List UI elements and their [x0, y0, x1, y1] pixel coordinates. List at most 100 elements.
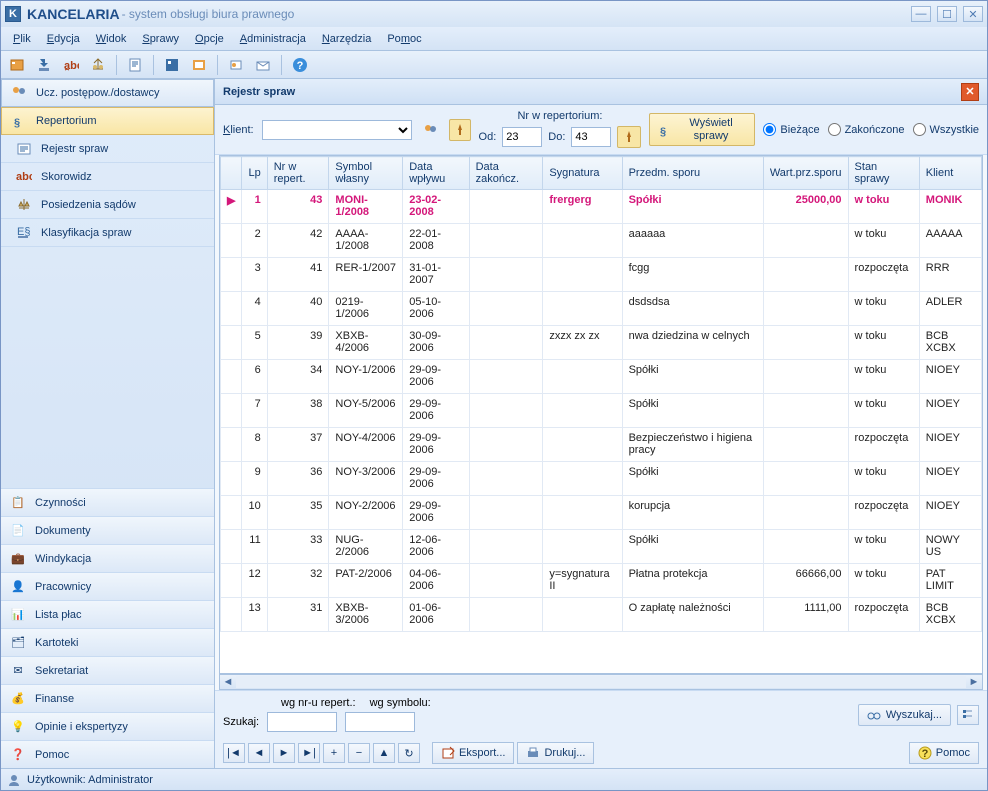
toolbar-btn-8[interactable]: [224, 54, 248, 76]
classify-icon: E§: [15, 225, 33, 241]
export-button[interactable]: Eksport...: [432, 742, 514, 764]
radio-wszystkie[interactable]: Wszystkie: [913, 123, 980, 136]
sidebar-bottom-dokumenty[interactable]: 📄Dokumenty: [1, 516, 214, 544]
col-header[interactable]: Nr w repert.: [267, 157, 329, 190]
sidebar-bottom-lista-płac[interactable]: 📊Lista płac: [1, 600, 214, 628]
sidebar-item-klasyfikacja[interactable]: E§ Klasyfikacja spraw: [1, 219, 214, 247]
radio-biezace[interactable]: Bieżące: [763, 123, 819, 136]
tree-options-button[interactable]: [957, 705, 979, 725]
table-row[interactable]: 1232PAT-2/200604-06-2006y=sygnatura IIPł…: [221, 564, 982, 598]
menu-sprawy[interactable]: Sprawy: [136, 30, 185, 48]
sidebar-bottom-finanse[interactable]: 💰Finanse: [1, 684, 214, 712]
nav-refresh-button[interactable]: ↻: [398, 743, 420, 763]
maximize-button[interactable]: ☐: [937, 6, 957, 22]
table-row[interactable]: 1035NOY-2/200629-09-2006korupcjarozpoczę…: [221, 496, 982, 530]
table-row[interactable]: 341RER-1/200731-01-2007fcggrozpoczętaRRR: [221, 258, 982, 292]
search-nr-input[interactable]: [267, 712, 337, 732]
search-button[interactable]: Wyszukaj...: [858, 704, 951, 726]
menu-narzedzia[interactable]: Narzędzia: [316, 30, 378, 48]
table-row[interactable]: 1331XBXB-3/200601-06-2006O zapłatę należ…: [221, 598, 982, 632]
col-header[interactable]: Wart.prz.sporu: [763, 157, 848, 190]
col-header[interactable]: Stan sprawy: [848, 157, 919, 190]
sidebar-bottom-pracownicy[interactable]: 👤Pracownicy: [1, 572, 214, 600]
toolbar-btn-9[interactable]: [251, 54, 275, 76]
table-row[interactable]: 936NOY-3/200629-09-2006Spółkiw tokuNIOEY: [221, 462, 982, 496]
nav-last-button[interactable]: ►|: [298, 743, 320, 763]
list-icon: [15, 141, 33, 157]
toolbar-help-icon[interactable]: ?: [288, 54, 312, 76]
sidebar-bottom-kartoteki[interactable]: 🗂Kartoteki: [1, 628, 214, 656]
sidebar-item-repertorium[interactable]: § Repertorium: [1, 107, 214, 135]
horizontal-scrollbar[interactable]: ◄ ►: [219, 674, 983, 690]
col-header[interactable]: Data wpływu: [403, 157, 469, 190]
col-header[interactable]: Klient: [919, 157, 981, 190]
table-row[interactable]: 837NOY-4/200629-09-2006Bezpieczeństwo i …: [221, 428, 982, 462]
table-row[interactable]: ▶143MONI-1/200823-02-2008frergergSpółki2…: [221, 190, 982, 224]
minimize-button[interactable]: —: [911, 6, 931, 22]
toolbar-btn-5[interactable]: [123, 54, 147, 76]
sidebar-bottom-sekretariat[interactable]: ✉Sekretariat: [1, 656, 214, 684]
sidebar-item-label: Czynności: [35, 497, 86, 509]
sidebar-item-rejestr[interactable]: Rejestr spraw: [1, 135, 214, 163]
panel-close-button[interactable]: ✕: [961, 83, 979, 101]
search-sym-input[interactable]: [345, 712, 415, 732]
table-row[interactable]: 1133NUG-2/200612-06-2006Spółkiw tokuNOWY…: [221, 530, 982, 564]
do-input[interactable]: [571, 127, 611, 147]
toolbar-btn-6[interactable]: [160, 54, 184, 76]
client-select[interactable]: [262, 120, 412, 140]
table-row[interactable]: 4400219-1/200605-10-2006dsdsdsaw tokuADL…: [221, 292, 982, 326]
export-icon: [441, 746, 455, 760]
menu-plik[interactable]: Plik: [7, 30, 37, 48]
nav-up-button[interactable]: ▲: [373, 743, 395, 763]
col-header[interactable]: Przedm. sporu: [622, 157, 763, 190]
radio-zakonczone[interactable]: Zakończone: [828, 123, 905, 136]
range-search-icon[interactable]: [617, 126, 641, 148]
show-cases-button[interactable]: § Wyświetl sprawy: [649, 113, 755, 145]
menu-widok[interactable]: Widok: [90, 30, 133, 48]
client-picker-icon[interactable]: [420, 119, 441, 141]
nav-icon: 👤: [9, 580, 27, 593]
nav-next-button[interactable]: ►: [273, 743, 295, 763]
sidebar-item-posiedzenia[interactable]: Posiedzenia sądów: [1, 191, 214, 219]
people-icon: [10, 85, 28, 101]
table-row[interactable]: 539XBXB-4/200630-09-2006zxzx zx zxnwa dz…: [221, 326, 982, 360]
sidebar-header-uczestnicy[interactable]: Ucz. postępow./dostawcy: [1, 79, 214, 107]
table-row[interactable]: 738NOY-5/200629-09-2006Spółkiw tokuNIOEY: [221, 394, 982, 428]
toolbar-btn-2[interactable]: [32, 54, 56, 76]
app-logo-icon: K: [5, 6, 21, 22]
toolbar-btn-4[interactable]: [86, 54, 110, 76]
scroll-left-icon[interactable]: ◄: [220, 676, 236, 688]
search-sym-label: wg symbolu:: [370, 697, 431, 709]
col-header[interactable]: Sygnatura: [543, 157, 622, 190]
table-row[interactable]: 634NOY-1/200629-09-2006Spółkiw tokuNIOEY: [221, 360, 982, 394]
nav-add-button[interactable]: +: [323, 743, 345, 763]
sidebar-bottom-opinie-i-ekspertyzy[interactable]: 💡Opinie i ekspertyzy: [1, 712, 214, 740]
toolbar-btn-1[interactable]: [5, 54, 29, 76]
toolbar-btn-3[interactable]: abc: [59, 54, 83, 76]
scroll-right-icon[interactable]: ►: [966, 676, 982, 688]
help-button[interactable]: ? Pomoc: [909, 742, 979, 764]
nav-icon: 💡: [9, 720, 27, 733]
sidebar-item-skorowidz[interactable]: abc Skorowidz: [1, 163, 214, 191]
menu-pomoc[interactable]: Pomoc: [381, 30, 427, 48]
cases-grid[interactable]: LpNr w repert.Symbol własnyData wpływuDa…: [219, 155, 983, 674]
col-header[interactable]: Lp: [242, 157, 267, 190]
od-input[interactable]: [502, 127, 542, 147]
toolbar: abc ?: [1, 51, 987, 79]
menu-edycja[interactable]: Edycja: [41, 30, 86, 48]
print-button[interactable]: Drukuj...: [517, 742, 594, 764]
client-search-icon[interactable]: [449, 119, 470, 141]
col-header[interactable]: Symbol własny: [329, 157, 403, 190]
menu-administracja[interactable]: Administracja: [234, 30, 312, 48]
sidebar-bottom-windykacja[interactable]: 💼Windykacja: [1, 544, 214, 572]
sidebar-bottom-pomoc[interactable]: ❓Pomoc: [1, 740, 214, 768]
nav-first-button[interactable]: |◄: [223, 743, 245, 763]
nav-remove-button[interactable]: −: [348, 743, 370, 763]
col-header[interactable]: Data zakończ.: [469, 157, 543, 190]
toolbar-btn-7[interactable]: [187, 54, 211, 76]
sidebar-bottom-czynności[interactable]: 📋Czynności: [1, 488, 214, 516]
menu-opcje[interactable]: Opcje: [189, 30, 230, 48]
close-button[interactable]: ✕: [963, 6, 983, 22]
table-row[interactable]: 242AAAA-1/200822-01-2008aaaaaaw tokuAAAA…: [221, 224, 982, 258]
nav-prev-button[interactable]: ◄: [248, 743, 270, 763]
